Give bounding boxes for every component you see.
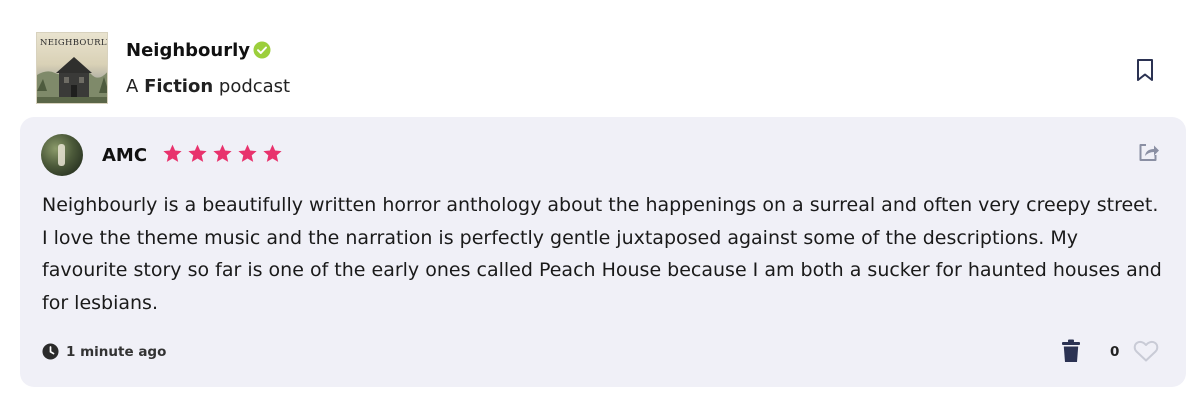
- podcast-header: NEIGHBOURLY Neighbourly A Fiction podcas…: [36, 32, 1176, 106]
- star-rating: [162, 143, 283, 164]
- share-icon[interactable]: [1137, 141, 1161, 163]
- reviewer-name[interactable]: AMC: [102, 145, 147, 166]
- podcast-title[interactable]: Neighbourly: [126, 40, 250, 61]
- podcast-cover-art[interactable]: NEIGHBOURLY: [36, 32, 108, 104]
- avatar[interactable]: [41, 134, 83, 176]
- star-icon: [263, 144, 282, 162]
- star-icon: [163, 144, 182, 162]
- podcast-genre[interactable]: Fiction: [144, 76, 213, 97]
- review-text: Neighbourly is a beautifully written hor…: [42, 194, 1162, 314]
- star-icon: [213, 144, 232, 162]
- star-icon: [238, 144, 257, 162]
- bookmark-icon[interactable]: [1134, 58, 1156, 82]
- cover-house-illustration: [37, 57, 107, 103]
- trash-icon[interactable]: [1061, 339, 1081, 363]
- star-icon: [188, 144, 207, 162]
- podcast-subtitle-suffix: podcast: [218, 76, 291, 97]
- review-card: AMC Neighbourly is a beautifully written…: [20, 117, 1186, 387]
- podcast-subtitle: A Fiction podcast: [126, 76, 290, 97]
- podcast-subtitle-prefix: A: [126, 76, 139, 97]
- clock-icon: [42, 343, 59, 360]
- review-page: NEIGHBOURLY Neighbourly A Fiction podcas…: [0, 0, 1200, 414]
- like-count: 0: [1110, 344, 1120, 360]
- verified-icon: [253, 41, 271, 59]
- timestamp-text: 1 minute ago: [66, 343, 167, 360]
- review-timestamp: 1 minute ago: [42, 343, 166, 360]
- heart-icon[interactable]: [1133, 340, 1159, 362]
